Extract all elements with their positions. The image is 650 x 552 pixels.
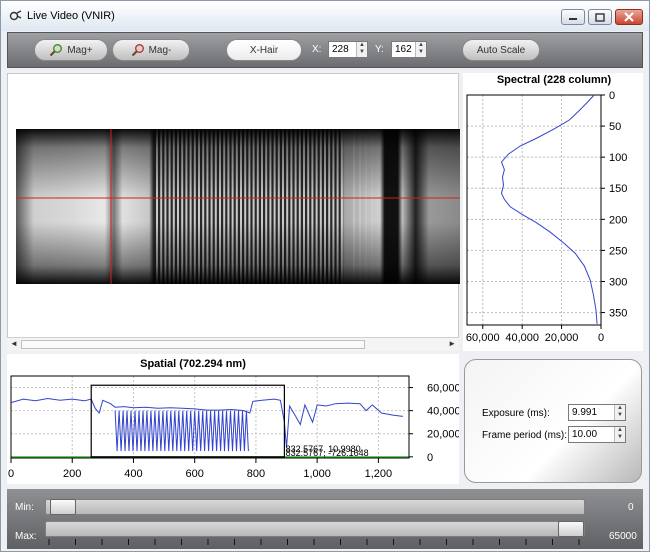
spectral-x-tick-label: 0 [598, 332, 604, 344]
min-slider[interactable] [45, 499, 585, 515]
spatial-chart: Spatial (702.294 nm) 0 200 400 600 800 1,000 1… [8, 358, 461, 480]
spatial-x-tick-label: 600 [186, 468, 204, 480]
spectral-y-tick-label: 350 [609, 308, 627, 320]
spatial-y-tick-label: 0 [427, 452, 433, 464]
spatial-x-tick-label: 400 [124, 468, 142, 480]
spectral-chart-panel: Spectral (228 column) 60,000 40,000 20,000… [463, 73, 643, 351]
live-image-panel[interactable] [7, 73, 460, 351]
max-label: Max: [15, 531, 37, 542]
spin-up-icon[interactable]: ▲ [615, 405, 625, 412]
minimize-button[interactable] [561, 9, 585, 25]
spectral-y-tick-label: 150 [609, 183, 627, 195]
image-vignette [16, 129, 460, 284]
title-bar: Live Video (VNIR) [1, 1, 649, 31]
x-coordinate-spinbox[interactable]: 228 ▲ ▼ [328, 41, 368, 58]
min-label: Min: [15, 502, 34, 513]
frame-period-spinbox[interactable]: 10.00 ▲ ▼ [568, 426, 626, 443]
mag-plus-button[interactable]: Mag+ [34, 39, 108, 61]
spectral-chart-title: Spectral (228 column) [497, 74, 612, 86]
close-button[interactable] [615, 9, 643, 25]
max-slider-ticks [48, 539, 580, 545]
spatial-annotation: 832.5767, -726.1648 [286, 448, 369, 458]
frame-period-value: 10.00 [572, 429, 598, 440]
spatial-fringe-oscillation [114, 410, 249, 452]
x-spin-arrows[interactable]: ▲ ▼ [356, 42, 367, 57]
camera-app-icon [9, 10, 22, 21]
spectral-series-line [500, 94, 598, 324]
scroll-thumb[interactable] [21, 340, 365, 349]
spatial-x-tick-label: 0 [8, 468, 14, 480]
spectral-x-tick-label: 20,000 [545, 332, 579, 344]
xhair-label: X-Hair [249, 44, 279, 56]
frame-period-spin-arrows[interactable]: ▲ ▼ [614, 427, 625, 442]
spin-down-icon[interactable]: ▼ [615, 412, 625, 419]
live-video-image[interactable] [8, 74, 460, 338]
spectral-y-tick-label: 300 [609, 276, 627, 288]
spin-down-icon[interactable]: ▼ [615, 434, 625, 441]
spectral-y-tick-label: 100 [609, 152, 627, 164]
y-label: Y: [375, 44, 384, 55]
mag-minus-button[interactable]: Mag- [112, 39, 190, 61]
exposure-value: 9.991 [572, 407, 598, 418]
max-value: 65000 [609, 531, 637, 542]
auto-scale-label: Auto Scale [476, 44, 526, 56]
spectral-x-tick-label: 40,000 [505, 332, 539, 344]
scroll-left-icon[interactable]: ◄ [10, 339, 18, 348]
auto-scale-button[interactable]: Auto Scale [462, 39, 540, 61]
spatial-x-tick-label: 800 [247, 468, 265, 480]
spatial-x-tick-label: 1,000 [303, 468, 331, 480]
min-value: 0 [628, 502, 634, 513]
spatial-x-tick-label: 200 [63, 468, 81, 480]
scroll-right-icon[interactable]: ► [448, 339, 456, 348]
spectral-x-tick-label: 60,000 [466, 332, 500, 344]
max-slider-handle[interactable] [558, 521, 584, 537]
spatial-y-tick-label: 20,000 [427, 429, 459, 441]
exposure-spin-arrows[interactable]: ▲ ▼ [614, 405, 625, 420]
spatial-y-tick-label: 40,000 [427, 406, 459, 418]
spin-up-icon[interactable]: ▲ [357, 42, 367, 49]
spectral-chart: Spectral (228 column) 60,000 40,000 20,000… [466, 74, 627, 344]
spectral-plot-frame [466, 94, 602, 326]
max-slider[interactable] [45, 521, 585, 537]
maximize-icon [595, 12, 605, 22]
close-icon [624, 12, 634, 22]
toolbar: Mag+ Mag- X-Hair X: 228 ▲ ▼ Y: 162 ▲ ▼ Aut… [7, 32, 643, 68]
spectral-y-tick-label: 250 [609, 245, 627, 257]
x-label: X: [312, 44, 322, 55]
live-video-window: Live Video (VNIR) Mag+ Mag- X-Hair X: 22… [0, 0, 650, 552]
spectral-y-tick-label: 50 [609, 121, 621, 133]
spin-down-icon[interactable]: ▼ [357, 49, 367, 56]
spin-up-icon[interactable]: ▲ [416, 42, 426, 49]
y-spin-arrows[interactable]: ▲ ▼ [415, 42, 426, 57]
min-slider-handle[interactable] [50, 499, 76, 515]
spectral-y-tick-label: 200 [609, 214, 627, 226]
magnifier-minus-icon [131, 44, 144, 57]
spectral-y-tick-label: 0 [609, 90, 615, 102]
xhair-button[interactable]: X-Hair [226, 39, 302, 61]
spatial-chart-panel: Spatial (702.294 nm) 0 200 400 600 800 1,000 1… [7, 354, 461, 484]
minimize-icon [569, 18, 577, 20]
mag-minus-label: Mag- [148, 44, 172, 56]
exposure-spinbox[interactable]: 9.991 ▲ ▼ [568, 404, 626, 421]
spatial-x-tick-label: 1,200 [365, 468, 393, 480]
maximize-button[interactable] [588, 9, 612, 25]
y-coordinate-spinbox[interactable]: 162 ▲ ▼ [391, 41, 427, 58]
spatial-chart-title: Spatial (702.294 nm) [140, 358, 246, 370]
image-horizontal-scrollbar[interactable]: ◄ ► [7, 337, 459, 351]
exposure-label: Exposure (ms): [482, 408, 550, 419]
magnifier-plus-icon [50, 44, 63, 57]
frame-period-label: Frame period (ms): [482, 430, 568, 441]
spatial-roi-box[interactable] [90, 384, 285, 458]
spatial-y-tick-label: 60,000 [427, 383, 459, 395]
x-value: 228 [332, 44, 349, 55]
mag-plus-label: Mag+ [67, 44, 93, 56]
y-value: 162 [395, 44, 412, 55]
window-title: Live Video (VNIR) [27, 10, 115, 22]
spin-down-icon[interactable]: ▼ [416, 49, 426, 56]
spin-up-icon[interactable]: ▲ [615, 427, 625, 434]
exposure-settings-panel: Exposure (ms): 9.991 ▲ ▼ Frame period (ms… [464, 359, 642, 483]
scale-slider-panel: Min: 0 Max: 65000 [7, 489, 643, 549]
